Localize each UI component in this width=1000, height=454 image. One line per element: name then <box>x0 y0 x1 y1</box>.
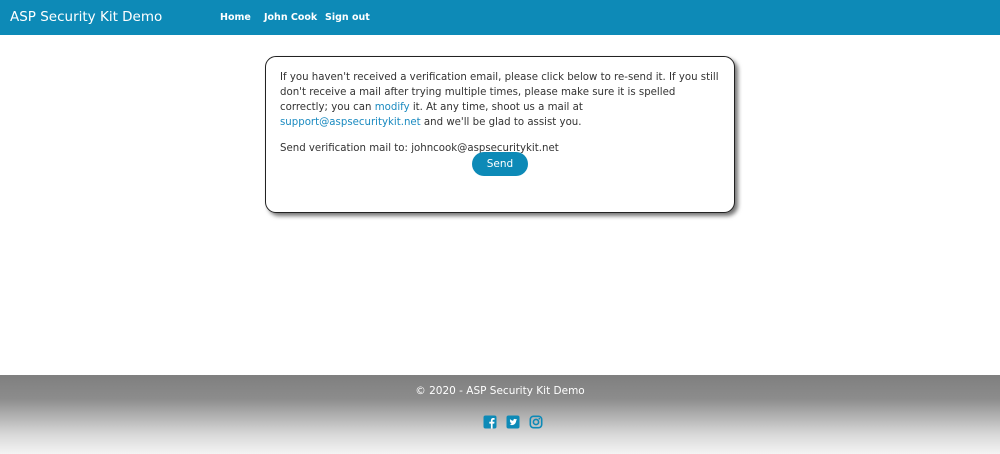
verification-message: If you haven't received a verification e… <box>280 70 720 130</box>
send-button[interactable]: Send <box>472 152 528 176</box>
footer: © 2020 - ASP Security Kit Demo <box>0 375 1000 454</box>
brand-link[interactable]: ASP Security Kit Demo <box>10 9 162 25</box>
twitter-icon[interactable] <box>506 415 520 429</box>
support-email-link[interactable]: support@aspsecuritykit.net <box>280 117 421 128</box>
send-to-label: Send verification mail to: <box>280 143 412 154</box>
message-text-2: it. At any time, shoot us a mail at <box>409 102 583 113</box>
message-text-3: and we'll be glad to assist you. <box>420 117 582 128</box>
verification-card: If you haven't received a verification e… <box>265 56 735 213</box>
facebook-icon[interactable] <box>483 415 497 429</box>
copyright-text: © 2020 - ASP Security Kit Demo <box>415 385 585 397</box>
nav-signout-link[interactable]: Sign out <box>325 12 370 23</box>
nav-home-link[interactable]: Home <box>220 12 251 23</box>
nav-user-link[interactable]: John Cook <box>264 12 317 23</box>
instagram-icon[interactable] <box>529 415 543 429</box>
modify-link[interactable]: modify <box>375 102 410 113</box>
top-navbar: ASP Security Kit Demo Home John Cook Sig… <box>0 0 1000 35</box>
